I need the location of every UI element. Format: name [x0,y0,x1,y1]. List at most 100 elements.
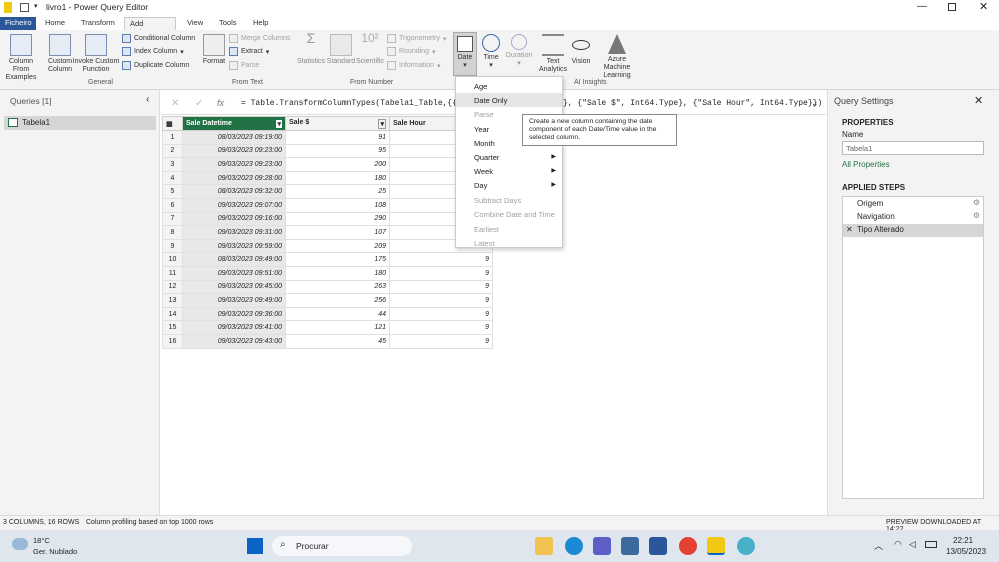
menu-item-quarter[interactable]: Quarter ▶ [456,150,562,164]
tab-help[interactable]: Help [248,17,273,30]
cell-sale-dollar[interactable]: 200 [285,157,390,172]
cell-sale-hour[interactable]: 9 [389,333,493,349]
gear-icon[interactable]: ⚙ [973,198,980,207]
save-icon[interactable] [20,3,29,12]
step-tipo-alterado[interactable]: ✕ Tipo Alterado [843,224,983,237]
cell-sale-datetime[interactable]: 09/03/2023 09:51:00 [182,265,286,281]
cell-sale-datetime[interactable]: 09/03/2023 09:49:00 [182,293,286,308]
tab-transform[interactable]: Transform [76,17,120,30]
table-row[interactable]: 5 08/03/2023 09:32:00 25 [162,184,493,199]
menu-item-latest[interactable]: Latest [456,236,562,250]
cell-sale-datetime[interactable]: 09/03/2023 09:23:00 [182,143,286,159]
row-number[interactable]: 6 [162,197,183,213]
cell-sale-datetime[interactable]: 09/03/2023 09:41:00 [182,320,286,335]
menu-item-subtract-days[interactable]: Subtract Days [456,193,562,207]
row-number[interactable]: 10 [162,252,183,267]
cell-sale-dollar[interactable]: 263 [285,279,390,295]
cell-sale-hour[interactable]: 9 [389,279,493,295]
start-icon[interactable] [247,538,263,554]
minimize-icon[interactable]: — [917,1,927,12]
row-number[interactable]: 15 [162,320,183,335]
query-name-field[interactable]: Tabela1 [842,141,984,155]
weather-icon[interactable] [12,538,28,550]
tab-file[interactable]: Ficheiro [0,17,36,30]
column-header-sale-datetime[interactable]: Sale Datetime ▾ [182,116,286,131]
teams-icon[interactable] [593,537,611,555]
tab-home[interactable]: Home [40,17,70,30]
index-column-button[interactable]: Index Column ▾ [122,47,184,56]
menu-item-combine-date-and-time[interactable]: Combine Date and Time [456,207,562,221]
fx-icon[interactable]: fx [217,98,224,108]
wifi-icon[interactable]: ◠ [894,539,902,550]
vision-button[interactable]: Vision [568,34,594,66]
cell-sale-datetime[interactable]: 09/03/2023 09:07:00 [182,197,286,213]
tab-add-column[interactable]: Add Column [124,17,176,37]
row-number[interactable]: 8 [162,225,183,240]
tab-view[interactable]: View [182,17,208,30]
table-row[interactable]: 1 08/03/2023 09:19:00 91 [162,130,493,145]
status-profiling[interactable]: Column profiling based on top 1000 rows [86,519,213,526]
chrome-icon[interactable] [679,537,697,555]
menu-item-date-only[interactable]: Date Only [456,93,562,107]
cell-sale-dollar[interactable]: 121 [285,320,390,335]
close-settings-icon[interactable]: ✕ [974,94,983,107]
cell-sale-dollar[interactable]: 175 [285,252,390,267]
cell-sale-hour[interactable]: 9 [389,306,493,322]
app-icon[interactable] [737,537,755,555]
clock-date[interactable]: 13/05/2023 [946,547,986,556]
step-origem[interactable]: Origem ⚙ [843,198,983,210]
row-number[interactable]: 11 [162,265,183,281]
battery-icon[interactable] [925,541,937,548]
cell-sale-datetime[interactable]: 09/03/2023 09:59:00 [182,238,286,254]
calculator-icon[interactable] [621,537,639,555]
cell-sale-datetime[interactable]: 09/03/2023 09:31:00 [182,225,286,240]
cell-sale-hour[interactable]: 9 [389,293,493,308]
rounding-button[interactable]: Rounding ▾ [387,47,435,56]
date-button[interactable]: Date ▾ [453,32,477,76]
cell-sale-datetime[interactable]: 09/03/2023 09:36:00 [182,306,286,322]
conditional-column-button[interactable]: Conditional Column [122,34,195,43]
table-row[interactable]: 14 09/03/2023 09:36:00 44 9 [162,306,493,322]
taskbar-search[interactable]: ⌕ Procurar [272,536,412,556]
row-number[interactable]: 7 [162,211,183,227]
cell-sale-dollar[interactable]: 290 [285,211,390,227]
confirm-formula-icon[interactable]: ✓ [195,98,203,109]
cell-sale-datetime[interactable]: 09/03/2023 09:43:00 [182,333,286,349]
table-row[interactable]: 3 09/03/2023 09:23:00 200 [162,157,493,172]
table-row[interactable]: 2 09/03/2023 09:23:00 95 [162,143,493,159]
azure-ml-button[interactable]: Azure Machine Learning [594,34,640,80]
cell-sale-datetime[interactable]: 09/03/2023 09:28:00 [182,170,286,186]
collapse-queries-icon[interactable]: ‹ [146,94,149,105]
table-row[interactable]: 4 09/03/2023 09:28:00 180 [162,170,493,186]
cell-sale-dollar[interactable]: 91 [285,130,390,145]
table-corner-menu[interactable]: ▦ [162,116,183,131]
row-number[interactable]: 16 [162,333,183,349]
table-row[interactable]: 15 09/03/2023 09:41:00 121 9 [162,320,493,335]
edge-icon[interactable] [565,537,583,555]
cell-sale-dollar[interactable]: 180 [285,170,390,186]
cell-sale-datetime[interactable]: 08/03/2023 09:49:00 [182,252,286,267]
gear-icon[interactable]: ⚙ [973,211,980,220]
filter-dropdown-icon[interactable]: ▾ [276,119,282,128]
cell-sale-hour[interactable]: 9 [389,320,493,335]
formula-text[interactable]: = Table.TransformColumnTypes(Tabela1_Tab… [241,99,481,108]
cell-sale-datetime[interactable]: 09/03/2023 09:23:00 [182,157,286,172]
format-button[interactable]: Format [200,34,228,66]
cell-sale-dollar[interactable]: 25 [285,184,390,199]
cell-sale-dollar[interactable]: 107 [285,225,390,240]
cell-sale-dollar[interactable]: 45 [285,333,390,349]
word-icon[interactable] [649,537,667,555]
cell-sale-hour[interactable]: 9 [389,265,493,281]
parse-button[interactable]: Parse [229,61,259,70]
table-row[interactable]: 10 08/03/2023 09:49:00 175 9 [162,252,493,267]
invoke-custom-function-button[interactable]: Invoke Custom Function [72,34,120,74]
cancel-formula-icon[interactable]: ✕ [171,98,179,109]
cell-sale-datetime[interactable]: 09/03/2023 09:16:00 [182,211,286,227]
merge-columns-button[interactable]: Merge Columns [229,34,290,43]
row-number[interactable]: 2 [162,143,183,159]
qat-dropdown-icon[interactable]: ▾ [34,2,38,10]
query-item-tabela1[interactable]: Tabela1 [4,116,156,130]
cell-sale-hour[interactable]: 9 [389,252,493,267]
menu-item-age[interactable]: Age [456,79,562,93]
maximize-icon[interactable] [948,3,956,11]
